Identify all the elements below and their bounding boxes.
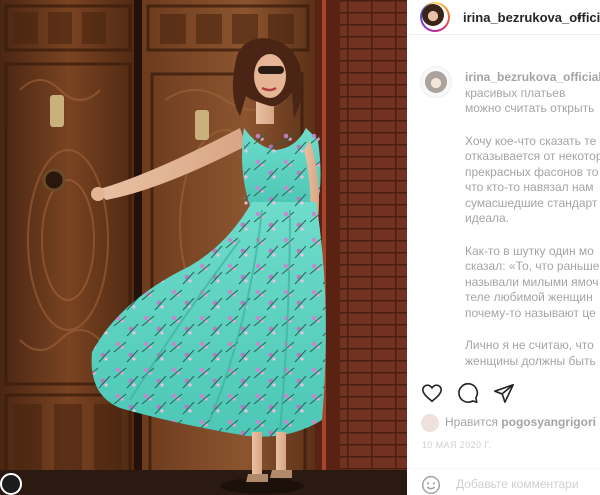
post-photo[interactable] xyxy=(0,0,407,495)
post-date[interactable]: 10 МАЯ 2020 Г. xyxy=(422,440,491,450)
paper-plane-icon[interactable] xyxy=(493,382,517,406)
header-separator: • xyxy=(577,10,582,25)
likes-line: Нравится pogosyangrigori xyxy=(421,414,596,432)
caption-username[interactable]: irina_bezrukova_official xyxy=(465,70,600,84)
caption-line: можно считать открыть xyxy=(465,101,595,115)
post-actions xyxy=(421,382,541,406)
caption-line: отказывается от некотор xyxy=(465,149,600,163)
post-image xyxy=(0,0,407,495)
liked-prefix: Нравится xyxy=(445,415,498,430)
caption-line: что кто-то навязал нам xyxy=(465,180,594,194)
heart-icon[interactable] xyxy=(421,382,445,406)
caption-line: Хочу кое-что сказать те xyxy=(465,133,597,148)
post-details-panel: irina_bezrukova_official • irina_bezruko… xyxy=(407,0,600,495)
caption-line: сумасшедшие стандарт xyxy=(465,195,598,210)
caption-line: красивых платьев xyxy=(465,85,566,100)
caption-author-avatar[interactable] xyxy=(420,66,452,98)
caption-line: женщины должны быть xyxy=(465,353,596,368)
caption-line: идеала. xyxy=(465,211,510,225)
caption-line: теле любимой женщин xyxy=(465,290,593,304)
viewer-avatar[interactable] xyxy=(0,473,22,495)
caption-line: сказал: «То, что раньше xyxy=(465,259,600,273)
caption-line: Лично я не считаю, что xyxy=(465,338,594,352)
comment-input[interactable]: Добавьте комментари xyxy=(456,477,579,491)
liked-by-username[interactable]: pogosyangrigori xyxy=(501,415,596,429)
caption-line: Как-то в шутку один мо xyxy=(465,243,594,258)
comment-bubble-icon[interactable] xyxy=(457,382,481,406)
author-avatar[interactable] xyxy=(420,2,450,32)
post-header: irina_bezrukova_official • xyxy=(407,0,600,35)
smiley-icon[interactable] xyxy=(421,475,441,495)
caption-line: прекрасных фасонов то xyxy=(465,164,599,179)
caption-line: называли милыми ямоч xyxy=(465,274,599,289)
liker-avatar[interactable] xyxy=(421,414,439,432)
post-caption: irina_bezrukova_official красивых платье… xyxy=(465,70,600,369)
caption-line: почему-то называют це xyxy=(465,305,596,320)
comment-form: Добавьте комментари xyxy=(407,468,600,495)
